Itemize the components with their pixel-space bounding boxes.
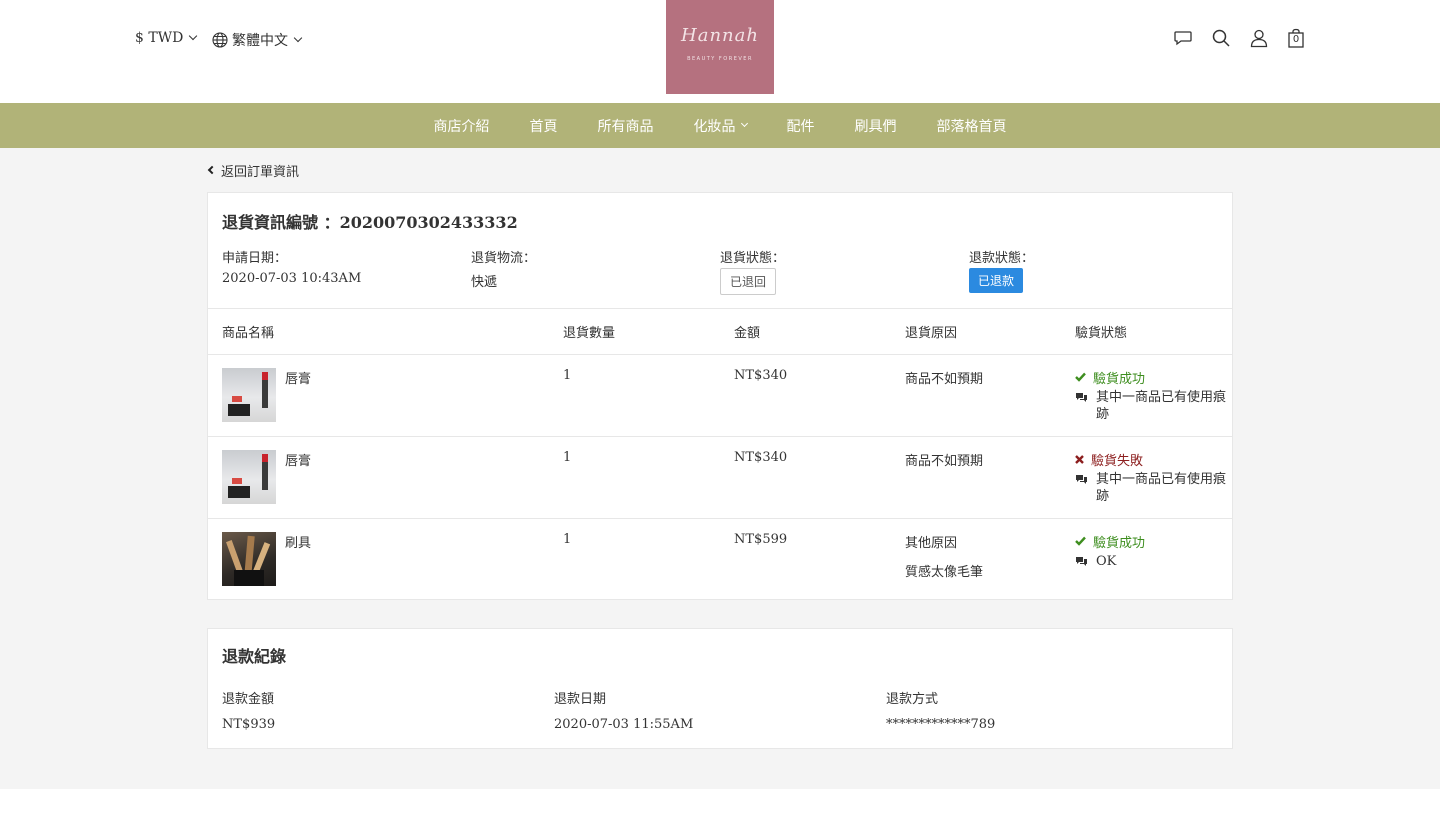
nav-item-store-intro[interactable]: 商店介紹 (434, 116, 490, 136)
header-icons: 0 (1173, 28, 1305, 48)
search-icon[interactable] (1211, 28, 1231, 48)
chevron-down-icon (740, 119, 748, 128)
return-meta: 申請日期： 2020-07-03 10:43AM 退貨物流： 快遞 退貨狀態： … (208, 247, 1232, 309)
product-name[interactable]: 唇膏 (285, 368, 311, 422)
comments-icon (1076, 474, 1087, 484)
nav-item-label: 化妝品 (693, 118, 736, 135)
product-thumbnail[interactable] (222, 367, 276, 422)
column-header-reason: 退貨原因 (891, 309, 1061, 355)
apply-date: 2020-07-03 10:43AM (222, 271, 362, 286)
refund-amount: NT$939 (222, 717, 276, 732)
return-amount: NT$340 (720, 436, 891, 519)
refund-amount-label: 退款金額 (222, 692, 275, 707)
table-row: 刷具 1 NT$599 其他原因 質感太像毛筆 驗貨成功 OK (208, 518, 1232, 600)
back-to-order-link[interactable]: 返回訂單資訊 (207, 162, 1233, 180)
close-icon (1075, 454, 1084, 464)
logistics-value: 快遞 (471, 275, 498, 290)
product-thumbnail[interactable] (222, 531, 276, 586)
return-amount: NT$599 (734, 531, 788, 547)
main-nav: 商店介紹 首頁 所有商品 化妝品 配件 刷具們 部落格首頁 (0, 103, 1440, 148)
nav-item-home[interactable]: 首頁 (530, 116, 558, 136)
inspection-note: OK (1075, 553, 1232, 570)
return-reason: 商品不如預期 (905, 371, 984, 387)
refund-method-label: 退款方式 (886, 692, 939, 707)
nav-item-cosmetics[interactable]: 化妝品 (693, 116, 748, 136)
refund-details: 退款金額 NT$939 退款日期 2020-07-03 11:55AM 退款方式… (208, 688, 1232, 732)
currency-label: $ TWD (135, 30, 184, 46)
chevron-down-icon (189, 31, 198, 41)
inspection-note-text: OK (1096, 553, 1117, 569)
refund-record-card: 退款紀錄 退款金額 NT$939 退款日期 2020-07-03 11:55AM… (207, 628, 1233, 749)
chevron-down-icon (293, 33, 303, 43)
nav-item-blog[interactable]: 部落格首頁 (937, 116, 1007, 136)
check-icon (1075, 372, 1086, 382)
inspection-note: 其中一商品已有使用痕跡 (1075, 471, 1232, 505)
product-name[interactable]: 刷具 (285, 532, 311, 586)
chat-icon[interactable] (1173, 28, 1193, 48)
return-status-badge: 已退回 (720, 268, 777, 295)
inspection-note-text: 其中一商品已有使用痕跡 (1096, 471, 1227, 504)
return-reason: 其他原因 (905, 535, 958, 551)
refund-method: *************789 (886, 717, 996, 732)
apply-date-label: 申請日期： (222, 251, 288, 266)
cart-button[interactable]: 0 (1287, 28, 1305, 48)
table-row: 唇膏 1 NT$340 商品不如預期 驗貨成功 其中一商品已有使用痕跡 (208, 354, 1232, 437)
product-name[interactable]: 唇膏 (285, 450, 311, 504)
refund-record-title: 退款紀錄 (222, 647, 287, 666)
main-content: 返回訂單資訊 退貨資訊編號 ：2020070302433332 申請日期： 20… (0, 148, 1440, 789)
site-header: $ TWD 繁體中文 Hannah BEAUTY FOREVER 0 (0, 0, 1440, 103)
user-icon[interactable] (1249, 28, 1269, 48)
chevron-left-icon (207, 165, 217, 175)
cart-count: 0 (1292, 34, 1300, 45)
inspection-status: 驗貨失敗 (1075, 450, 1232, 469)
refund-status-badge: 已退款 (969, 268, 1024, 293)
column-header-amount: 金額 (720, 309, 891, 355)
back-label: 返回訂單資訊 (221, 164, 300, 180)
return-qty: 1 (549, 436, 720, 519)
nav-item-all-products[interactable]: 所有商品 (598, 116, 654, 136)
return-info-title: 退貨資訊編號 ：2020070302433332 (222, 213, 518, 232)
globe-icon (212, 32, 228, 48)
logistics-label: 退貨物流： (471, 251, 537, 266)
return-amount: NT$340 (720, 354, 891, 437)
logo-text: Hannah (681, 24, 759, 46)
product-thumbnail[interactable] (222, 449, 276, 504)
refund-status-label: 退款狀態： (969, 251, 1035, 266)
return-reason-note: 質感太像毛筆 (905, 564, 984, 580)
nav-item-brushes[interactable]: 刷具們 (855, 116, 897, 136)
comments-icon (1076, 392, 1087, 402)
refund-date: 2020-07-03 11:55AM (554, 717, 694, 732)
inspection-text: 驗貨失敗 (1091, 453, 1144, 469)
currency-selector[interactable]: $ TWD (135, 30, 198, 46)
inspection-note: 其中一商品已有使用痕跡 (1075, 389, 1232, 423)
return-qty: 1 (563, 531, 572, 547)
store-logo[interactable]: Hannah BEAUTY FOREVER (666, 0, 774, 94)
table-row: 唇膏 1 NT$340 商品不如預期 驗貨失敗 其中一商品已有使用痕跡 (208, 436, 1232, 519)
return-reason: 商品不如預期 (905, 453, 984, 469)
language-selector[interactable]: 繁體中文 (212, 30, 303, 50)
refund-date-label: 退款日期 (554, 692, 607, 707)
inspection-text: 驗貨成功 (1093, 535, 1146, 551)
comments-icon (1076, 556, 1087, 566)
return-qty: 1 (549, 354, 720, 437)
return-items-table: 商品名稱 退貨數量 金額 退貨原因 驗貨狀態 唇膏 1 NT$340 商品不如預… (208, 309, 1232, 600)
check-icon (1075, 536, 1086, 546)
column-header-inspection: 驗貨狀態 (1061, 309, 1232, 355)
column-header-product: 商品名稱 (208, 309, 549, 355)
inspection-note-text: 其中一商品已有使用痕跡 (1096, 389, 1227, 422)
logo-tagline: BEAUTY FOREVER (687, 55, 753, 62)
return-status-label: 退貨狀態： (720, 251, 786, 266)
inspection-status: 驗貨成功 (1075, 532, 1232, 551)
return-info-card: 退貨資訊編號 ：2020070302433332 申請日期： 2020-07-0… (207, 192, 1233, 600)
column-header-qty: 退貨數量 (549, 309, 720, 355)
inspection-text: 驗貨成功 (1093, 371, 1146, 387)
nav-item-accessories[interactable]: 配件 (787, 116, 815, 136)
language-label: 繁體中文 (232, 33, 288, 49)
inspection-status: 驗貨成功 (1075, 368, 1232, 387)
